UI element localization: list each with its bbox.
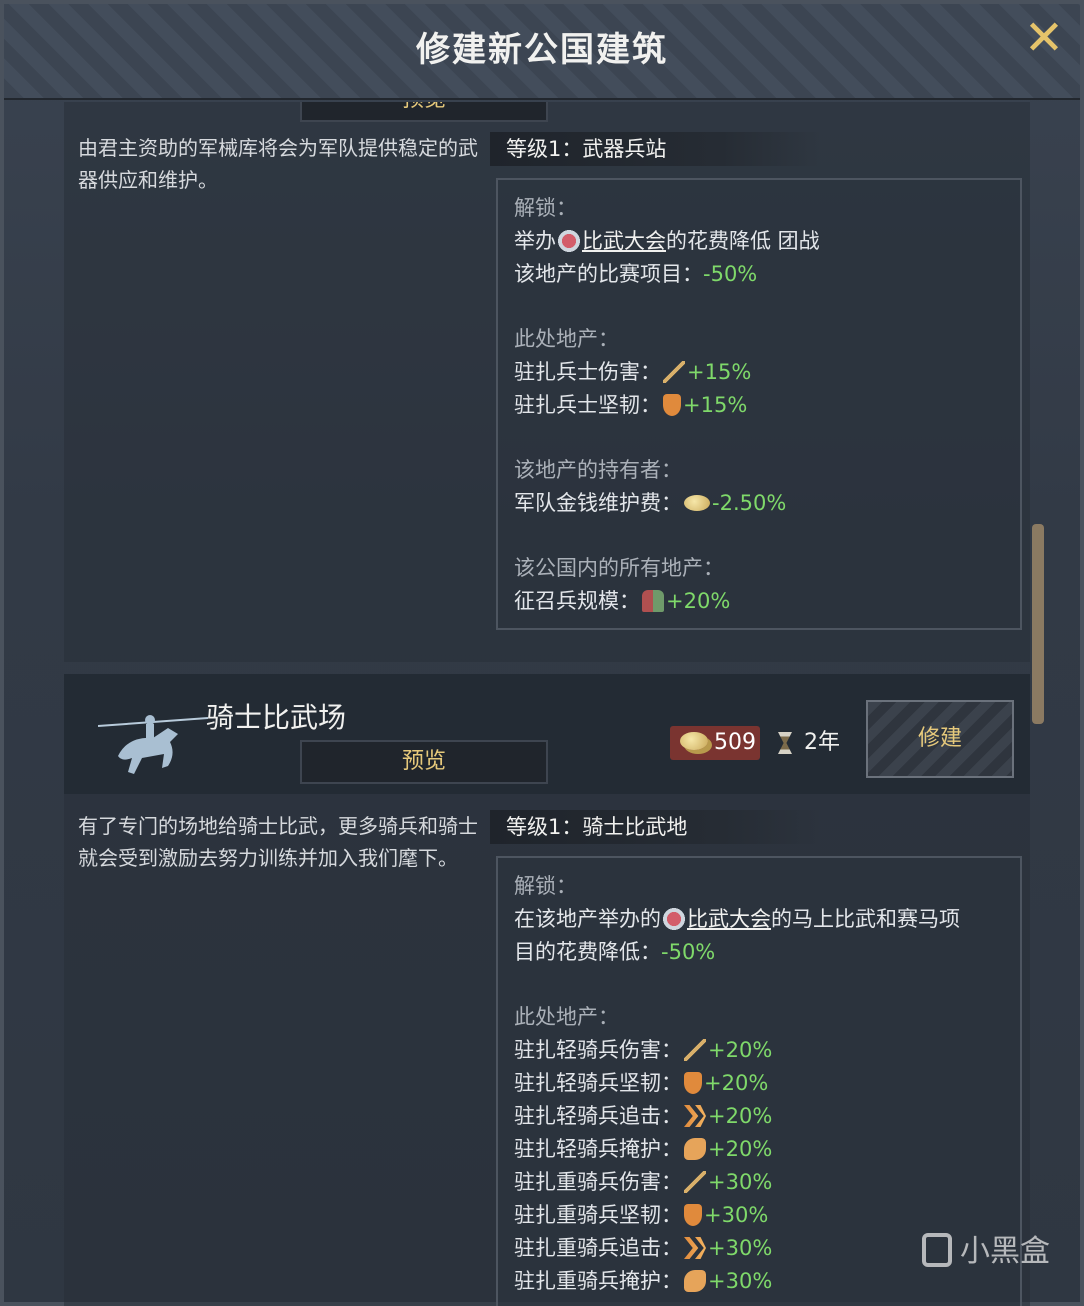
effect-value: +15% (687, 360, 752, 384)
effect-label: 驻扎兵士坚韧： (514, 393, 661, 417)
effect-row: 军队金钱维护费： -2.50% (514, 487, 1004, 520)
building-window: 修建新公国建筑 ✕ 预览 由君主资助的军械库将会为军队提供稳定的武器供应和维护。… (0, 0, 1084, 1306)
local-heading: 此处地产： (514, 327, 619, 351)
effect-label: 驻扎重骑兵追击： (514, 1236, 682, 1260)
effect-label: 驻扎轻骑兵追击： (514, 1104, 682, 1128)
effect-row: 驻扎轻骑兵坚韧： +20% (514, 1067, 1004, 1100)
sword-icon (663, 361, 685, 383)
tournament-icon (558, 230, 580, 252)
effects-panel: 解锁： 举办 比武大会的花费降低 团战 该地产的比赛项目：-50% 此处地产： 驻… (496, 178, 1022, 630)
effect-value: +30% (708, 1236, 773, 1260)
building-list[interactable]: 预览 由君主资助的军械库将会为军队提供稳定的武器供应和维护。 等级1：武器兵站 … (44, 102, 1054, 1306)
effect-label: 驻扎轻骑兵伤害： (514, 1038, 682, 1062)
unlock-line: 举办 比武大会的花费降低 团战 (514, 225, 1004, 258)
level-title: 等级1：骑士比武地 (490, 810, 820, 844)
effect-row: 驻扎兵士伤害： +15% (514, 356, 1004, 389)
effect-value: +20% (704, 1071, 769, 1095)
unlock-text: 举办 (514, 229, 556, 253)
effect-value: +20% (708, 1137, 773, 1161)
pursuit-icon (684, 1237, 706, 1259)
building-description: 有了专门的场地给骑士比武，更多骑兵和骑士就会受到激励去努力训练并加入我们麾下。 (78, 814, 478, 870)
gold-cost-value: 509 (714, 730, 756, 755)
effect-value: +20% (666, 589, 731, 613)
effect-label: 驻扎重骑兵坚韧： (514, 1203, 682, 1227)
building-name: 骑士比武场 (206, 701, 347, 734)
gold-icon (684, 495, 710, 511)
effect-value: -50% (661, 940, 716, 964)
local-heading: 此处地产： (514, 1005, 619, 1029)
building-card-armory: 预览 由君主资助的军械库将会为军队提供稳定的武器供应和维护。 等级1：武器兵站 … (64, 102, 1030, 662)
effect-label: 驻扎重骑兵伤害： (514, 1170, 682, 1194)
preview-button[interactable]: 预览 (300, 740, 548, 784)
unlock-heading: 解锁： (514, 874, 577, 898)
effect-label: 征召兵规模： (514, 589, 640, 613)
effect-value: +30% (708, 1269, 773, 1293)
effect-row: 驻扎重骑兵伤害： +30% (514, 1166, 1004, 1199)
watermark: 小黑盒 (922, 1226, 1050, 1270)
effect-label: 目的花费降低： (514, 940, 661, 964)
duchy-heading: 该公国内的所有地产： (514, 556, 724, 580)
effect-label: 驻扎轻骑兵坚韧： (514, 1071, 682, 1095)
card-header: 骑士比武场 预览 509 2年 修建 (64, 674, 1030, 794)
effect-value: -50% (703, 262, 758, 286)
level-title: 等级1：武器兵站 (490, 132, 820, 166)
sword-icon (684, 1171, 706, 1193)
gold-cost: 509 (670, 726, 760, 760)
shield-icon (684, 1204, 702, 1226)
unlock-text: 的马上比武和赛马项 (771, 907, 960, 931)
watermark-text: 小黑盒 (960, 1234, 1050, 1269)
preview-button[interactable]: 预览 (300, 102, 548, 122)
sword-icon (684, 1039, 706, 1061)
close-icon[interactable]: ✕ (1022, 14, 1066, 62)
unlock-heading: 解锁： (514, 196, 577, 220)
build-time-value: 2年 (804, 730, 840, 755)
screen-icon (684, 1138, 706, 1160)
effect-value: +20% (708, 1038, 773, 1062)
effect-row: 征召兵规模： +20% (514, 585, 1004, 618)
building-card-tourney-grounds: 骑士比武场 预览 509 2年 修建 有了专门的场地给骑士比武，更多骑兵和骑士就… (64, 674, 1030, 1306)
levy-icon (642, 590, 664, 612)
watermark-logo-icon (922, 1233, 952, 1267)
pursuit-icon (684, 1105, 706, 1127)
build-button[interactable]: 修建 (866, 700, 1014, 778)
hourglass-icon (778, 732, 792, 754)
tournament-link[interactable]: 比武大会 (582, 229, 666, 253)
shield-icon (663, 394, 681, 416)
window-title: 修建新公国建筑 (416, 30, 668, 70)
title-bar: 修建新公国建筑 ✕ (4, 4, 1080, 100)
effect-label: 驻扎重骑兵掩护： (514, 1269, 682, 1293)
knight-icon (98, 715, 208, 774)
effect-row: 驻扎轻骑兵追击： +20% (514, 1100, 1004, 1133)
holder-heading: 该地产的持有者： (514, 458, 682, 482)
effect-row: 驻扎轻骑兵掩护： +20% (514, 1133, 1004, 1166)
effect-label: 军队金钱维护费： (514, 491, 682, 515)
unlock-line: 该地产的比赛项目：-50% (514, 258, 1004, 291)
tournament-link[interactable]: 比武大会 (687, 907, 771, 931)
unlock-text: 在该地产举办的 (514, 907, 661, 931)
scrollbar-thumb[interactable] (1032, 524, 1044, 724)
effect-label: 该地产的比赛项目： (514, 262, 703, 286)
effect-value: -2.50% (712, 491, 787, 515)
effect-value: +30% (708, 1170, 773, 1194)
tournament-icon (663, 908, 685, 930)
effect-label: 驻扎轻骑兵掩护： (514, 1137, 682, 1161)
effect-row: 驻扎兵士坚韧： +15% (514, 389, 1004, 422)
effect-value: +20% (708, 1104, 773, 1128)
building-description: 由君主资助的军械库将会为军队提供稳定的武器供应和维护。 (78, 136, 478, 192)
build-time: 2年 (774, 726, 840, 760)
unlock-text: 的花费降低 团战 (666, 229, 820, 253)
unlock-line: 目的花费降低：-50% (514, 936, 1004, 969)
effect-row: 驻扎轻骑兵伤害： +20% (514, 1034, 1004, 1067)
gold-icon (680, 732, 708, 750)
effect-label: 驻扎兵士伤害： (514, 360, 661, 384)
effect-value: +15% (683, 393, 748, 417)
effect-value: +30% (704, 1203, 769, 1227)
unlock-line: 在该地产举办的 比武大会的马上比武和赛马项 (514, 903, 1004, 936)
shield-icon (684, 1072, 702, 1094)
screen-icon (684, 1270, 706, 1292)
